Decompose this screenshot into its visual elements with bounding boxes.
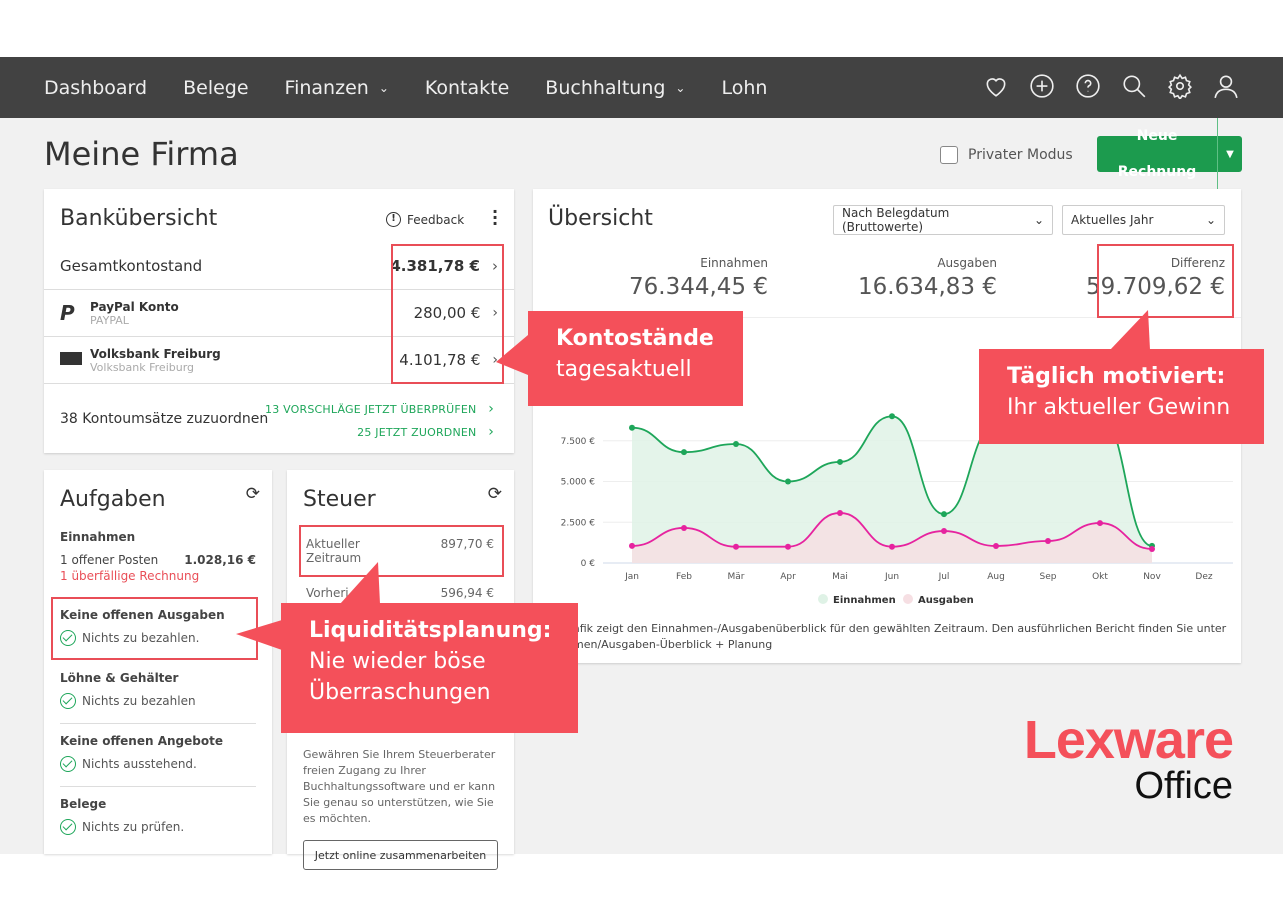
callout-profit: Täglich motiviert: Ihr aktueller Gewinn xyxy=(979,349,1264,444)
callout-balances: Kontostände tagesaktuell xyxy=(528,311,743,406)
callout-liquidity: Liquiditätsplanung: Nie wieder böse Überra… xyxy=(281,603,578,733)
callout-heading: Täglich motiviert: xyxy=(1007,364,1226,389)
callout-heading: Kontostände xyxy=(556,326,714,351)
callout-text: tagesaktuell xyxy=(556,357,692,382)
lexware-office-logo: Lexware Office xyxy=(1023,710,1234,807)
callout-text: Ihr aktueller Gewinn xyxy=(1007,395,1231,420)
callout-text: Nie wieder böse xyxy=(309,649,486,674)
callout-text: Überraschungen xyxy=(309,680,491,705)
callout-heading: Liquiditätsplanung: xyxy=(309,618,552,643)
